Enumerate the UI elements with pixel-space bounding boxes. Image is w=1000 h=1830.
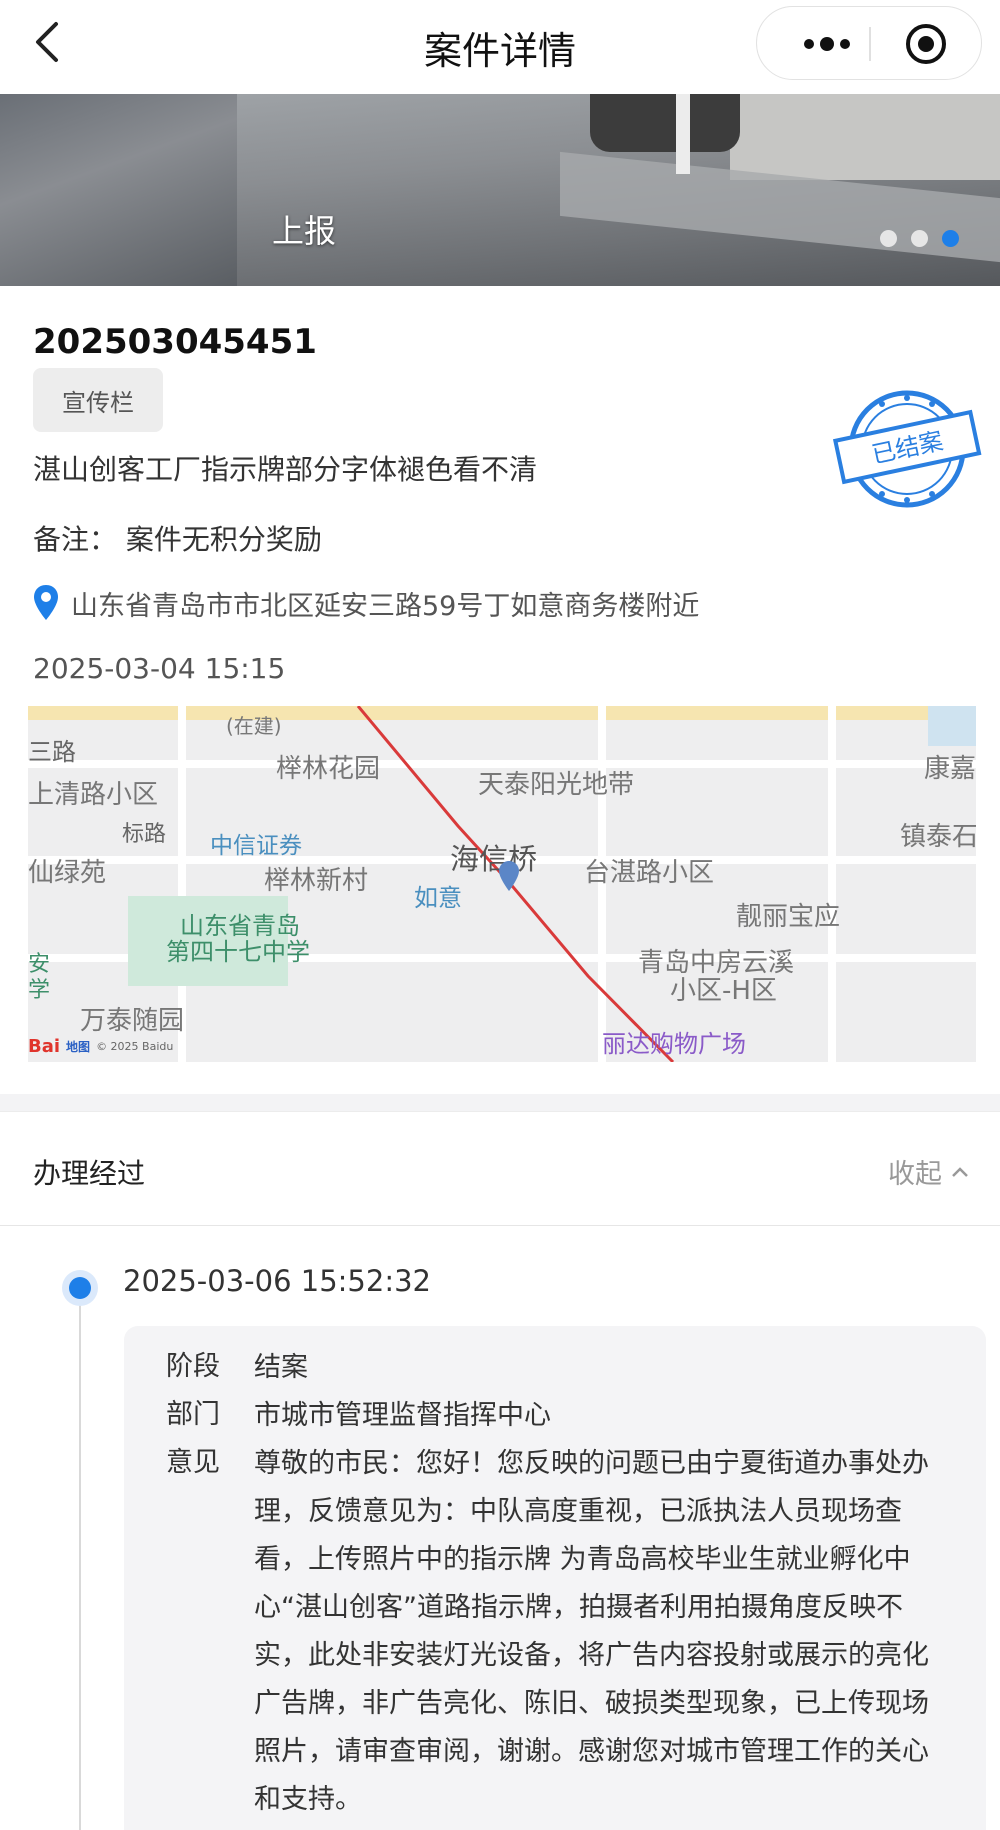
department-value: 市城市管理监督指挥中心: [254, 1400, 551, 1431]
map-label: 天泰阳光地带: [478, 770, 635, 800]
photo-pole: [676, 94, 690, 174]
category-tag: 宣传栏: [33, 368, 163, 432]
location-pin-icon: [33, 584, 59, 622]
map-view[interactable]: (在建) 三路 榉林花园 天泰阳光地带 康嘉 上清路小区 标路 中信证券 镇泰石…: [28, 706, 976, 1062]
baidu-logo-map: 地图: [66, 1040, 91, 1054]
map-label: (在建): [226, 714, 282, 738]
map-marker-icon[interactable]: [498, 860, 520, 892]
photo-wall: [730, 94, 1000, 180]
map-label: 如意: [414, 884, 462, 912]
opinion-row: 意见 尊敬的市民：您好！您反映的问题已由宁夏街道办事处办理，反馈意见为：中队高度…: [166, 1440, 954, 1824]
address-row: 山东省青岛市市北区延安三路59号丁如意商务楼附近: [33, 578, 699, 628]
timeline-dot-icon: [62, 1270, 98, 1306]
more-options-icon[interactable]: [777, 19, 877, 69]
stage-key: 阶段: [166, 1351, 220, 1382]
process-section-header: 办理经过 收起: [0, 1114, 1000, 1226]
map-attribution: Bai 地图 © 2025 Baidu: [28, 1036, 173, 1057]
photo-car: [590, 94, 740, 152]
carousel-indicator: [880, 230, 959, 247]
opinion-key: 意见: [166, 1447, 220, 1478]
chevron-up-icon: [952, 1166, 968, 1177]
department-key: 部门: [166, 1399, 220, 1430]
nav-bar: 案件详情: [0, 0, 1000, 94]
map-label: 仙绿苑: [28, 858, 107, 888]
map-label: 台湛路小区: [584, 858, 715, 888]
map-label: 榉林花园: [276, 754, 381, 784]
case-remark: 备注： 案件无积分奖励: [33, 523, 322, 556]
map-label: 丽达购物广场: [602, 1030, 746, 1058]
capsule-divider: [869, 27, 871, 61]
carousel-dot[interactable]: [911, 230, 928, 247]
collapse-button[interactable]: 收起: [888, 1152, 970, 1191]
map-label: 万泰随园: [80, 1006, 185, 1036]
carousel-caption: 上报: [272, 212, 337, 250]
timeline-entry-card: 阶段 结案 部门 市城市管理监督指挥中心 意见 尊敬的市民：您好！您反映的问题已…: [124, 1326, 986, 1830]
map-label: 学: [28, 978, 51, 1003]
map-label: 靓丽宝应: [736, 902, 841, 932]
map-label: 中信证券: [210, 833, 302, 859]
stage-row: 阶段 结案: [166, 1344, 954, 1392]
carousel-dot[interactable]: [880, 230, 897, 247]
baidu-logo: Bai: [28, 1036, 61, 1057]
carousel-dot-active[interactable]: [942, 230, 959, 247]
collapse-label: 收起: [888, 1159, 942, 1190]
map-label: 第四十七中学: [166, 938, 310, 966]
case-address: 山东省青岛市市北区延安三路59号丁如意商务楼附近: [71, 590, 700, 622]
mini-program-capsule: [756, 6, 982, 80]
close-mini-program-icon[interactable]: [891, 19, 961, 69]
map-label: 海信桥: [450, 842, 538, 876]
opinion-value: 尊敬的市民：您好！您反映的问题已由宁夏街道办事处办理，反馈意见为：中队高度重视，…: [254, 1448, 929, 1815]
case-time: 2025-03-04 15:15: [33, 652, 286, 685]
case-number: 202503045451: [33, 322, 317, 362]
map-label: 上清路小区: [28, 780, 159, 810]
map-label: 小区-H区: [670, 976, 777, 1006]
map-copyright: © 2025 Baidu: [96, 1040, 174, 1053]
photo-carousel[interactable]: 上报: [0, 94, 1000, 286]
section-separator: [0, 1094, 1000, 1112]
map-label: 康嘉: [924, 754, 976, 784]
map-label: 三路: [28, 738, 76, 766]
department-row: 部门 市城市管理监督指挥中心: [166, 1392, 954, 1440]
process-title: 办理经过: [33, 1157, 146, 1190]
map-label: 标路: [122, 822, 167, 847]
timeline-line: [79, 1288, 81, 1830]
map-label: 镇泰石: [900, 822, 976, 852]
case-description: 湛山创客工厂指示牌部分字体褪色看不清: [33, 453, 538, 486]
carousel-photo-prev: [0, 94, 237, 286]
timeline-entry-time: 2025-03-06 15:52:32: [123, 1264, 431, 1298]
stage-value: 结案: [254, 1352, 308, 1383]
closed-stamp-icon: 已结案: [832, 384, 982, 514]
map-label: 榉林新村: [264, 866, 369, 896]
